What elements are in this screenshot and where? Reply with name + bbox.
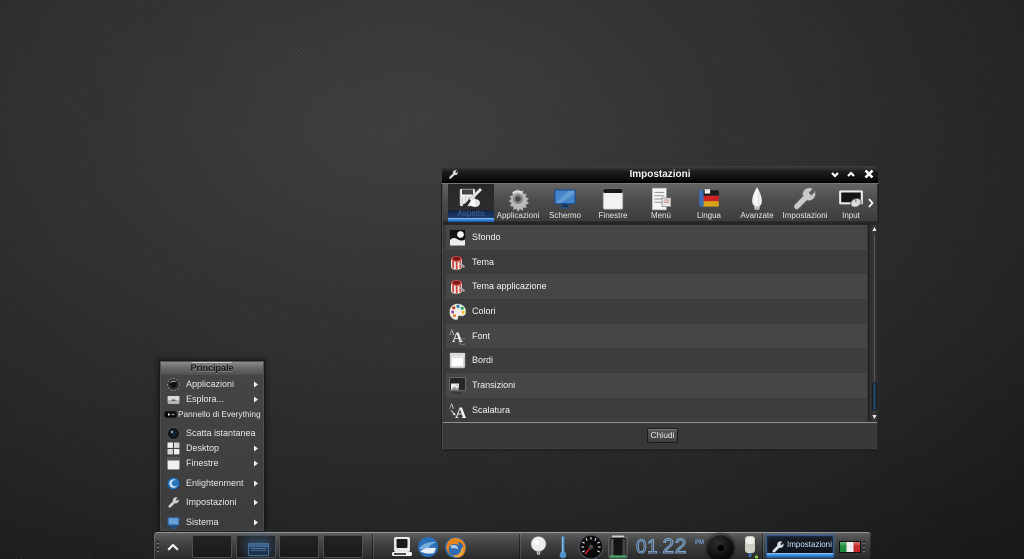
svg-text:A: A: [455, 405, 466, 419]
svg-text:C: C: [459, 337, 465, 345]
svg-text:A: A: [449, 402, 455, 411]
svg-text:A: A: [449, 328, 455, 337]
